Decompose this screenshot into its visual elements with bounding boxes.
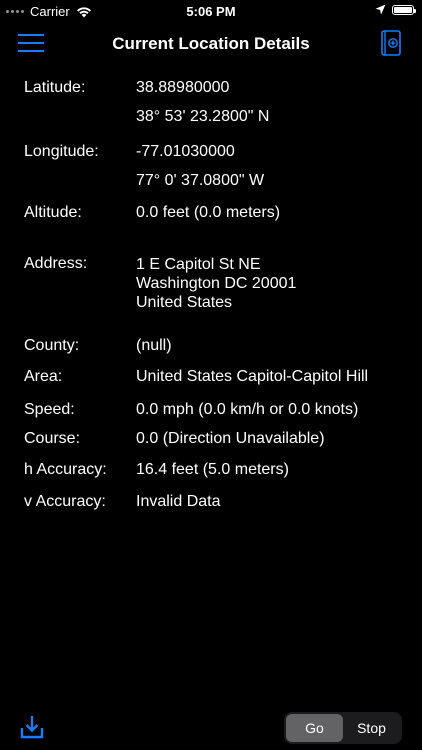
h-accuracy-value: 16.4 feet (5.0 meters) [136,461,289,478]
h-accuracy-label: h Accuracy: [24,461,107,478]
speed-value: 0.0 mph (0.0 km/h or 0.0 knots) [136,401,359,418]
county-value: (null) [136,337,172,354]
download-icon [20,716,44,739]
speed-label: Speed: [24,401,75,418]
nav-bar: Current Location Details [0,22,422,66]
stop-segment[interactable]: Stop [343,714,400,742]
add-bookmark-button[interactable] [380,30,402,56]
address-line-2: Washington DC 20001 [136,275,297,292]
altitude-value: 0.0 feet (0.0 meters) [136,204,281,221]
address-label: Address: [24,255,88,272]
county-label: County: [24,337,80,354]
longitude-value: -77.01030000 77° 0' 37.0800" W [136,143,264,201]
go-segment[interactable]: Go [286,714,343,742]
bottom-toolbar: Go Stop [0,706,422,750]
status-bar: Carrier 5:06 PM [0,0,422,22]
page-title: Current Location Details [112,34,310,53]
area-label: Area: [24,368,63,385]
latitude-dms: 38° 53' 23.2800" N [136,108,270,125]
v-accuracy-value: Invalid Data [136,493,221,510]
add-bookmark-icon [381,30,401,56]
v-accuracy-label: v Accuracy: [24,493,106,510]
latitude-decimal: 38.88980000 [136,79,230,96]
latitude-label: Latitude: [24,79,86,96]
course-value: 0.0 (Direction Unavailable) [136,430,325,447]
status-right [375,4,416,15]
address-value: 1 E Capitol St NE Washington DC 20001 Un… [136,255,296,312]
download-button[interactable] [20,714,44,740]
longitude-decimal: -77.01030000 [136,143,235,160]
area-value: United States Capitol-Capitol Hill [136,368,369,385]
go-stop-segmented-control: Go Stop [284,712,402,744]
address-line-3: United States [136,294,233,311]
longitude-dms: 77° 0' 37.0800" W [136,172,265,189]
latitude-value: 38.88980000 38° 53' 23.2800" N [136,79,269,137]
battery-icon [392,4,416,15]
course-label: Course: [24,430,81,447]
altitude-label: Altitude: [24,204,82,221]
longitude-label: Longitude: [24,143,99,160]
location-arrow-icon [375,4,386,15]
status-time: 5:06 PM [186,4,236,19]
address-line-1: 1 E Capitol St NE [136,256,261,273]
